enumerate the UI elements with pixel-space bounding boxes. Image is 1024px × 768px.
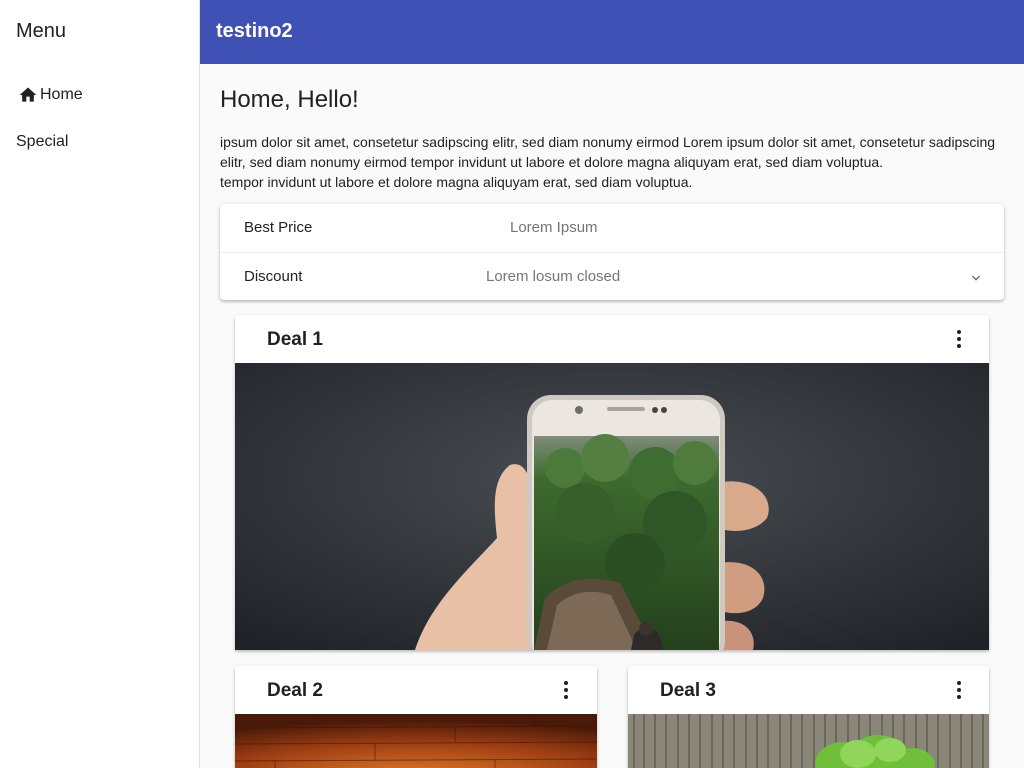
panel-best-price[interactable]: Best Price Lorem Ipsum (220, 204, 1004, 252)
sidebar: Menu Home Special (0, 0, 200, 768)
card-title: Deal 2 (267, 680, 323, 701)
app-toolbar: testino2 (200, 0, 1024, 64)
panel-label: Best Price (244, 219, 313, 236)
panel-discount[interactable]: Discount Lorem losum closed (220, 252, 1004, 300)
page-title: Home, Hello! (220, 86, 359, 113)
more-vert-icon[interactable] (947, 327, 971, 351)
sidebar-item-home[interactable]: Home (18, 85, 83, 105)
deal-card-2: Deal 2 (235, 666, 597, 768)
deal-card-3: Deal 3 (628, 666, 989, 768)
chevron-down-icon[interactable] (968, 270, 984, 286)
more-vert-icon[interactable] (554, 678, 578, 702)
intro-line-2: tempor invidunt ut labore et dolore magn… (220, 174, 693, 190)
home-icon (19, 87, 37, 102)
panel-description: Lorem Ipsum (510, 219, 598, 236)
card-image-lettuce (628, 714, 989, 768)
expansion-panels: Best Price Lorem Ipsum Discount Lorem lo… (220, 204, 1004, 300)
card-title: Deal 1 (267, 329, 323, 350)
card-title: Deal 3 (660, 680, 716, 701)
sidebar-item-label: Special (16, 133, 69, 150)
sidebar-item-special[interactable]: Special (16, 133, 68, 151)
card-image-wood (235, 714, 597, 768)
panel-description: Lorem losum closed (486, 268, 621, 285)
main-content: Home, Hello! ipsum dolor sit amet, conse… (200, 64, 1024, 768)
app-title: testino2 (216, 20, 293, 42)
intro-text: ipsum dolor sit amet, consetetur sadipsc… (220, 132, 1010, 192)
deal-card-1: Deal 1 (235, 315, 989, 650)
panel-label: Discount (244, 268, 303, 285)
sidebar-item-label: Home (40, 86, 83, 103)
sidebar-title: Menu (16, 20, 67, 42)
more-vert-icon[interactable] (947, 678, 971, 702)
card-image-phone (235, 363, 989, 650)
intro-line-1: ipsum dolor sit amet, consetetur sadipsc… (220, 134, 996, 170)
